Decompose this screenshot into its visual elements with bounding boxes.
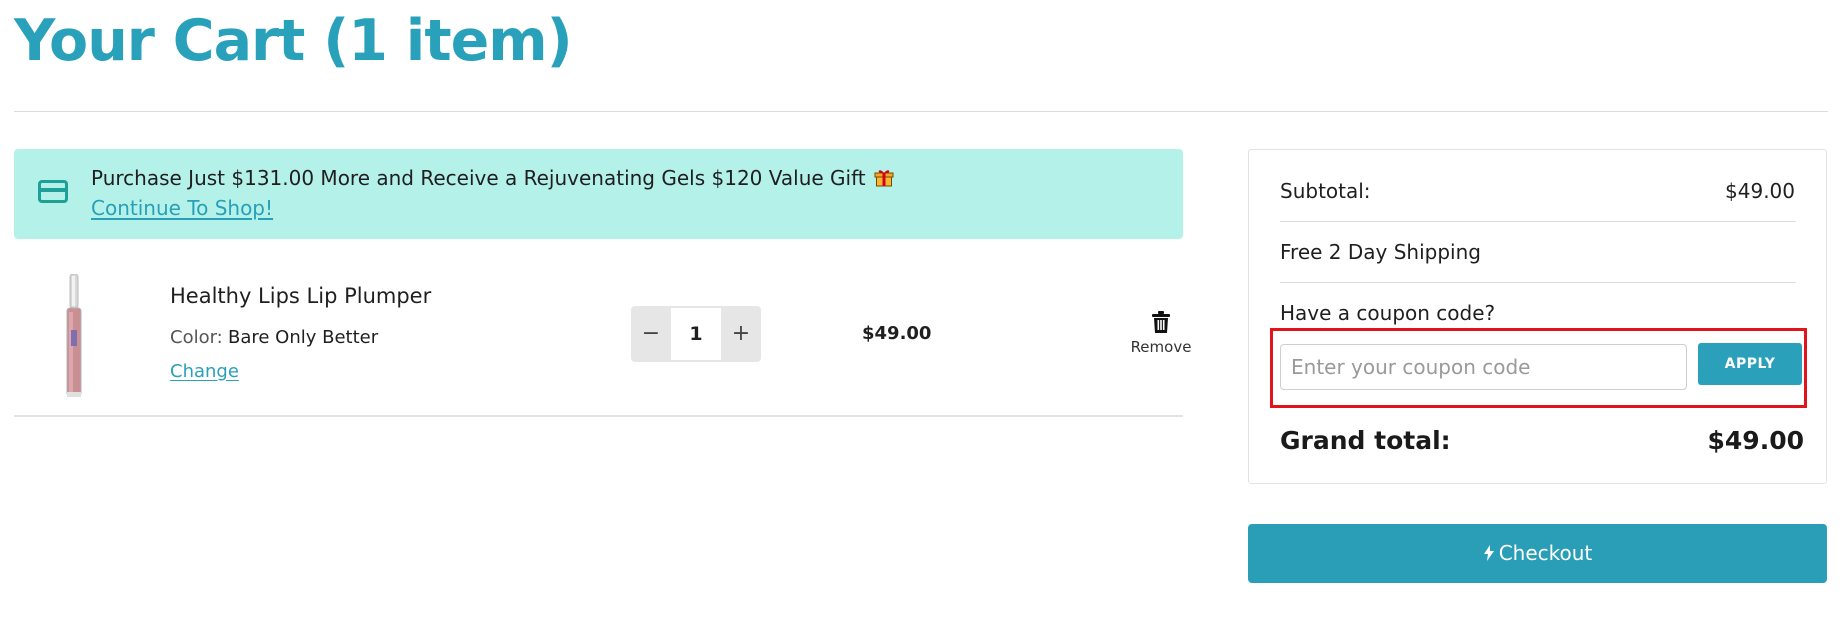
change-variant-link[interactable]: Change bbox=[170, 361, 239, 382]
item-name[interactable]: Healthy Lips Lip Plumper bbox=[170, 284, 431, 308]
checkout-button[interactable]: Checkout bbox=[1248, 524, 1827, 583]
coupon-label: Have a coupon code? bbox=[1280, 301, 1496, 325]
grand-total-value: $49.00 bbox=[1707, 426, 1804, 455]
credit-card-icon bbox=[38, 180, 68, 203]
cart-page: Your Cart (1 item) Purchase Just $131.00… bbox=[0, 0, 1842, 619]
promo-message-line: Purchase Just $131.00 More and Receive a… bbox=[91, 166, 894, 190]
grand-total-label: Grand total: bbox=[1280, 426, 1451, 455]
increase-quantity-button[interactable]: + bbox=[721, 306, 761, 362]
page-title: Your Cart (1 item) bbox=[14, 8, 573, 74]
promo-message: Purchase Just $131.00 More and Receive a… bbox=[91, 166, 866, 190]
remove-item-button[interactable]: Remove bbox=[1118, 311, 1218, 361]
item-color-value: Bare Only Better bbox=[228, 327, 379, 348]
promo-banner: Purchase Just $131.00 More and Receive a… bbox=[14, 149, 1183, 239]
shipping-label: Free 2 Day Shipping bbox=[1280, 240, 1481, 264]
lightning-bolt-icon bbox=[1483, 542, 1495, 566]
product-image[interactable] bbox=[62, 273, 86, 398]
subtotal-value: $49.00 bbox=[1725, 179, 1795, 203]
item-price: $49.00 bbox=[862, 323, 932, 344]
title-divider bbox=[14, 111, 1828, 112]
quantity-value[interactable]: 1 bbox=[671, 308, 721, 360]
apply-coupon-button[interactable]: APPLY bbox=[1698, 343, 1802, 385]
remove-label: Remove bbox=[1130, 338, 1192, 356]
item-divider bbox=[14, 415, 1183, 417]
gift-icon bbox=[874, 167, 894, 187]
coupon-code-input[interactable] bbox=[1280, 344, 1687, 390]
subtotal-label: Subtotal: bbox=[1280, 179, 1371, 203]
decrease-quantity-button[interactable]: − bbox=[631, 306, 671, 362]
summary-divider bbox=[1280, 282, 1796, 283]
quantity-stepper: − 1 + bbox=[631, 306, 761, 362]
continue-shopping-link[interactable]: Continue To Shop! bbox=[91, 196, 273, 220]
checkout-label: Checkout bbox=[1498, 541, 1593, 565]
summary-divider bbox=[1280, 221, 1796, 222]
trash-icon bbox=[1151, 311, 1171, 333]
item-color-label: Color: bbox=[170, 327, 223, 348]
